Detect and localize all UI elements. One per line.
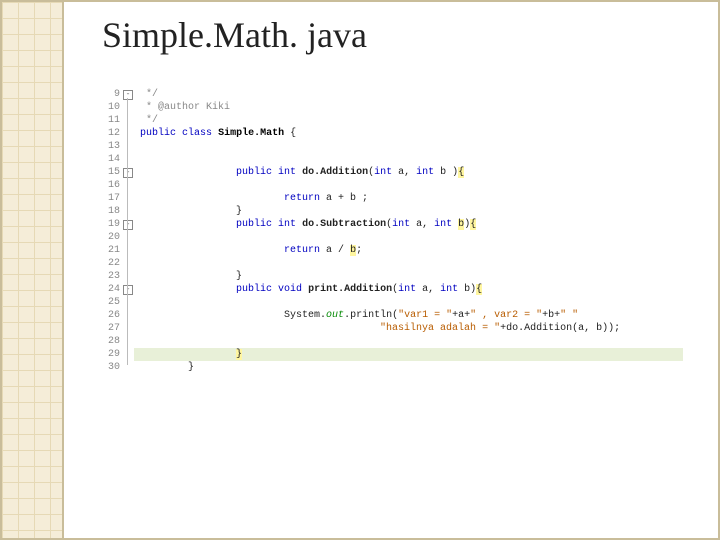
- code-editor[interactable]: 9101112131415161718192021222324252627282…: [98, 88, 683, 478]
- code-content[interactable]: */ * @author Kiki */public class Simple.…: [134, 88, 683, 478]
- line-number: 16: [98, 179, 120, 192]
- slide-title: Simple.Math. java: [102, 14, 367, 56]
- code-line[interactable]: }: [134, 270, 683, 283]
- line-number: 23: [98, 270, 120, 283]
- code-line[interactable]: }: [134, 361, 683, 374]
- code-line[interactable]: [134, 231, 683, 244]
- line-number: 28: [98, 335, 120, 348]
- fold-toggle[interactable]: -: [123, 220, 133, 230]
- code-line[interactable]: */: [134, 88, 683, 101]
- fold-column[interactable]: - - - -: [122, 88, 134, 478]
- line-number: 24: [98, 283, 120, 296]
- line-number: 26: [98, 309, 120, 322]
- code-line[interactable]: public void print.Addition(int a, int b)…: [134, 283, 683, 296]
- line-number: 11: [98, 114, 120, 127]
- line-number: 15: [98, 166, 120, 179]
- code-line[interactable]: * @author Kiki: [134, 101, 683, 114]
- line-number: 22: [98, 257, 120, 270]
- code-line[interactable]: [134, 257, 683, 270]
- line-number: 29: [98, 348, 120, 361]
- line-number: 9: [98, 88, 120, 101]
- line-number: 10: [98, 101, 120, 114]
- code-line[interactable]: System.out.println("var1 = "+a+" , var2 …: [134, 309, 683, 322]
- line-number: 30: [98, 361, 120, 374]
- presentation-slide: Simple.Math. java 9101112131415161718192…: [0, 0, 720, 540]
- fold-toggle[interactable]: -: [123, 168, 133, 178]
- line-number-gutter: 9101112131415161718192021222324252627282…: [98, 88, 122, 478]
- code-line[interactable]: [134, 296, 683, 309]
- line-number: 25: [98, 296, 120, 309]
- line-number: 17: [98, 192, 120, 205]
- code-line[interactable]: public int do.Subtraction(int a, int b){: [134, 218, 683, 231]
- code-line[interactable]: }: [134, 348, 683, 361]
- line-number: 20: [98, 231, 120, 244]
- code-line[interactable]: */: [134, 114, 683, 127]
- line-number: 13: [98, 140, 120, 153]
- code-line[interactable]: [134, 140, 683, 153]
- line-number: 12: [98, 127, 120, 140]
- code-line[interactable]: [134, 153, 683, 166]
- code-line[interactable]: return a / b;: [134, 244, 683, 257]
- line-number: 27: [98, 322, 120, 335]
- line-number: 18: [98, 205, 120, 218]
- code-line[interactable]: return a + b ;: [134, 192, 683, 205]
- line-number: 21: [98, 244, 120, 257]
- fold-toggle[interactable]: -: [123, 285, 133, 295]
- code-line[interactable]: }: [134, 205, 683, 218]
- code-line[interactable]: "hasilnya adalah = "+do.Addition(a, b));: [134, 322, 683, 335]
- code-line[interactable]: public int do.Addition(int a, int b ){: [134, 166, 683, 179]
- line-number: 14: [98, 153, 120, 166]
- code-line[interactable]: [134, 335, 683, 348]
- line-number: 19: [98, 218, 120, 231]
- fold-toggle[interactable]: -: [123, 90, 133, 100]
- code-line[interactable]: [134, 179, 683, 192]
- slide-title-area: Simple.Math. java: [102, 14, 367, 56]
- code-line[interactable]: public class Simple.Math {: [134, 127, 683, 140]
- slide-decorative-sidebar: [2, 2, 64, 538]
